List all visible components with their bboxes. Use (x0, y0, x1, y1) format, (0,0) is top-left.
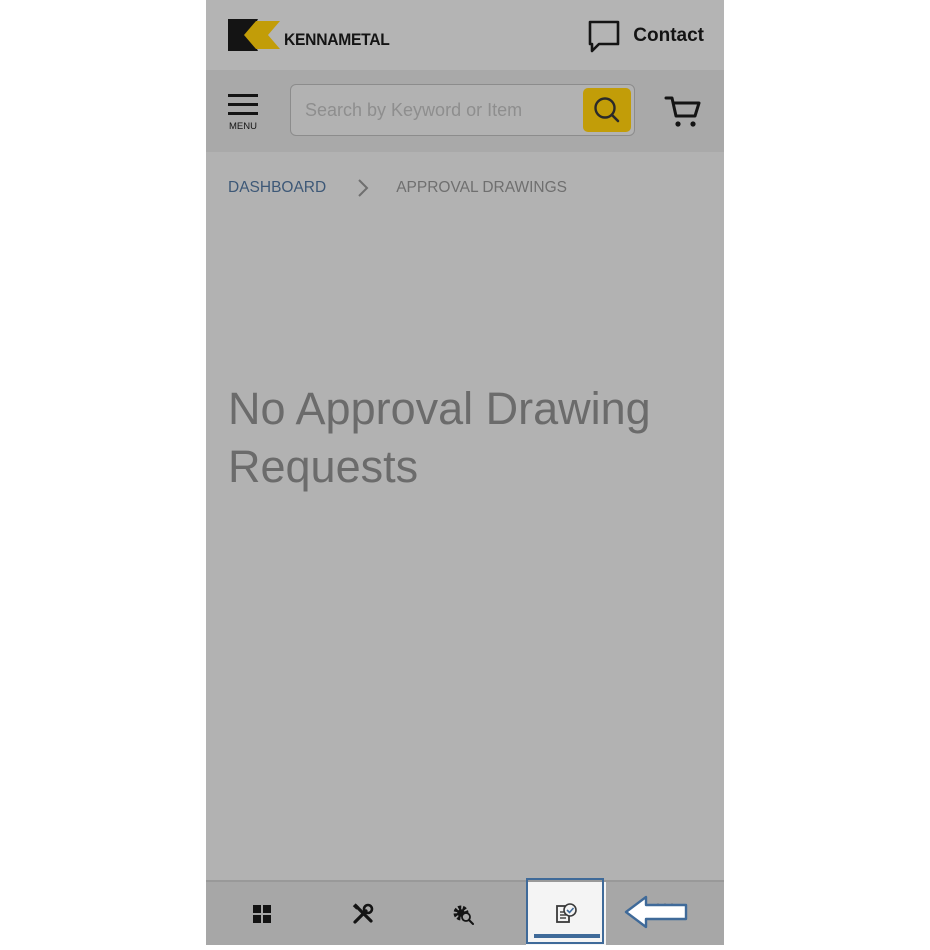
nav-tools[interactable] (323, 882, 403, 945)
search-bar-row: MENU (206, 70, 724, 152)
breadcrumb: DASHBOARD APPROVAL DRAWINGS (228, 176, 567, 200)
magnifier-icon (594, 97, 620, 123)
breadcrumb-approval-drawings: APPROVAL DRAWINGS (396, 179, 568, 196)
search-box (290, 84, 635, 136)
search-button[interactable] (583, 88, 631, 132)
dashboard-grid-icon (253, 904, 271, 923)
gear-search-icon (453, 905, 474, 925)
left-arrow-pointer-icon (624, 895, 688, 929)
search-input[interactable] (305, 85, 575, 135)
hamburger-icon (228, 94, 258, 115)
app-screen: KENNAMETAL Contact MENU Search by Keywor… (206, 0, 724, 945)
menu-button[interactable]: MENU (226, 92, 260, 134)
nav-dashboard[interactable] (222, 882, 302, 945)
nav-approval-drawings[interactable] (526, 882, 606, 945)
contact-label: Contact (633, 25, 704, 46)
chat-bubble-icon (588, 20, 620, 53)
chevron-right-icon (358, 179, 369, 197)
nav-tool-search[interactable] (423, 882, 503, 945)
shopping-cart-icon (664, 96, 701, 127)
top-bar: KENNAMETAL Contact (206, 0, 724, 70)
brand-logo[interactable]: KENNAMETAL (228, 18, 406, 52)
breadcrumb-dashboard[interactable]: DASHBOARD (228, 179, 326, 197)
kennametal-k-logo-icon (228, 19, 280, 51)
tools-icon (352, 902, 374, 924)
approval-drawing-icon (556, 902, 577, 923)
empty-state-message: No Approval Drawing Requests (228, 383, 651, 492)
brand-name: KENNAMETAL (284, 30, 390, 49)
cart-button[interactable] (664, 92, 702, 130)
menu-label: MENU (229, 121, 257, 132)
contact-button[interactable]: Contact (587, 18, 704, 54)
